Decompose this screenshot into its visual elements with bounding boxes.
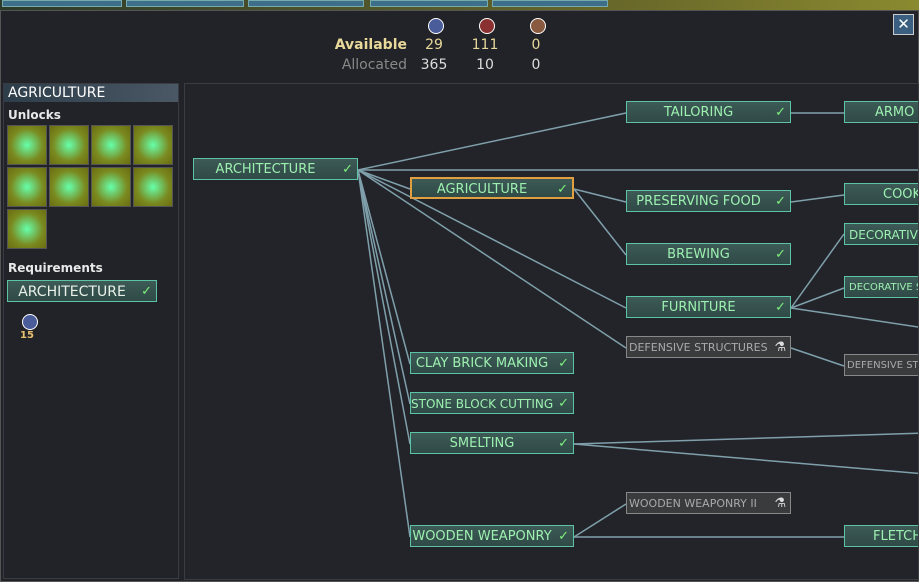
top-bar [0,0,919,10]
connection-line [357,169,411,190]
node-label: ARMO [875,105,915,120]
connection-line [357,169,411,445]
flask-check-icon: ✓ [775,300,786,315]
flask-check-icon: ✓ [775,247,786,262]
node-decorative[interactable]: DECORATIVE [844,223,919,245]
flask-check-icon: ✓ [557,182,568,197]
blue-knowledge-icon [428,18,444,34]
node-architecture[interactable]: ARCHITECTURE ✓ [193,158,358,180]
node-fletch[interactable]: FLETCH [844,525,919,547]
allocated-label: Allocated [341,57,407,73]
node-label: DECORATIVE S [849,282,919,293]
available-value: 111 [471,37,499,53]
top-tab[interactable] [2,0,122,7]
cost-value: 15 [20,330,34,341]
unlock-tile[interactable] [7,125,47,165]
node-stone-block-cutting[interactable]: STONE BLOCK CUTTING ✓ [410,392,574,414]
node-label: FURNITURE [661,300,736,315]
node-defensive-st[interactable]: DEFENSIVE ST [844,354,919,376]
node-tailoring[interactable]: TAILORING ✓ [626,101,791,123]
flask-check-icon: ✓ [558,436,569,451]
node-label: DECORATIVE [849,228,919,242]
connection-line [357,169,411,405]
unlock-tile[interactable] [133,125,173,165]
flask-check-icon: ✓ [558,356,569,371]
unlock-tile[interactable] [133,167,173,207]
allocated-value: 10 [476,57,494,73]
research-tree[interactable]: ARCHITECTURE ✓ AGRICULTURE ✓ TAILORING ✓ AR… [184,83,919,580]
flask-icon: ⚗ [774,496,786,511]
node-label: SMELTING [449,436,515,451]
connection-line [573,503,627,538]
node-agriculture[interactable]: AGRICULTURE ✓ [410,177,574,199]
node-label: WOODEN WEAPONRY [412,529,552,544]
top-tab[interactable] [492,0,608,7]
node-label: WOODEN WEAPONRY II [629,497,757,510]
node-armo[interactable]: ARMO [844,101,918,123]
connection-line [790,233,845,309]
node-wooden-weaponry[interactable]: WOODEN WEAPONRY ✓ [410,525,574,547]
node-defensive-structures[interactable]: DEFENSIVE STRUCTURES ⚗ [626,336,791,358]
node-brewing[interactable]: BREWING ✓ [626,243,791,265]
requirement-architecture[interactable]: ARCHITECTURE ✓ [7,280,157,302]
node-label: DEFENSIVE STRUCTURES [629,341,768,354]
unlock-tile[interactable] [91,125,131,165]
requirements-label: Requirements [8,261,103,275]
node-label: BREWING [667,247,730,262]
unlock-tile[interactable] [91,167,131,207]
top-tab[interactable] [126,0,244,7]
detail-panel: AGRICULTURE Unlocks Requirements ARCHITE… [3,83,179,579]
close-button[interactable]: ✕ [893,14,914,35]
flask-check-icon: ✓ [342,162,353,177]
connection-line [573,188,627,256]
unlock-tile[interactable] [49,167,89,207]
connection-line [790,347,845,367]
connection-line [790,194,845,203]
top-tab[interactable] [370,0,488,7]
connection-line [573,443,918,475]
connection-line [790,307,918,328]
connection-line [357,112,627,171]
connection-line [357,169,411,538]
blue-knowledge-icon [22,314,38,330]
node-wooden-weaponry-ii[interactable]: WOODEN WEAPONRY II ⚗ [626,492,791,514]
available-value: 0 [531,37,541,53]
node-label: TAILORING [663,105,734,120]
top-tab[interactable] [248,0,364,7]
available-label: Available [334,37,407,53]
node-preserving-food[interactable]: PRESERVING FOOD ✓ [626,190,791,212]
allocated-value: 365 [420,57,448,73]
node-decorative-s[interactable]: DECORATIVE S [844,276,919,298]
unlock-tile[interactable] [49,125,89,165]
brown-knowledge-icon [530,18,546,34]
flask-check-icon: ✓ [141,284,152,299]
node-label: PRESERVING FOOD [636,194,761,209]
node-label: AGRICULTURE [436,182,528,197]
node-label: FLETCH [873,529,919,544]
unlocks-label: Unlocks [8,108,61,122]
available-value: 29 [425,37,443,53]
node-clay-brick-making[interactable]: CLAY BRICK MAKING ✓ [410,352,574,374]
node-smelting[interactable]: SMELTING ✓ [410,432,574,454]
connection-line [573,432,918,445]
unlock-tile[interactable] [7,167,47,207]
red-knowledge-icon [479,18,495,34]
unlock-tile[interactable] [7,209,47,249]
node-label: COOK [883,187,919,202]
flask-check-icon: ✓ [558,396,569,411]
flask-icon: ⚗ [774,340,786,355]
flask-check-icon: ✓ [775,105,786,120]
node-label: DEFENSIVE ST [847,360,919,371]
node-label: CLAY BRICK MAKING [415,356,549,371]
allocated-value: 0 [531,57,541,73]
node-cook[interactable]: COOK [844,183,919,205]
node-furniture[interactable]: FURNITURE ✓ [626,296,791,318]
requirement-label: ARCHITECTURE [18,284,126,300]
flask-check-icon: ✓ [775,194,786,209]
node-label: ARCHITECTURE [215,162,316,177]
flask-check-icon: ✓ [558,529,569,544]
detail-title: AGRICULTURE [4,84,178,102]
node-label: STONE BLOCK CUTTING [411,397,554,411]
